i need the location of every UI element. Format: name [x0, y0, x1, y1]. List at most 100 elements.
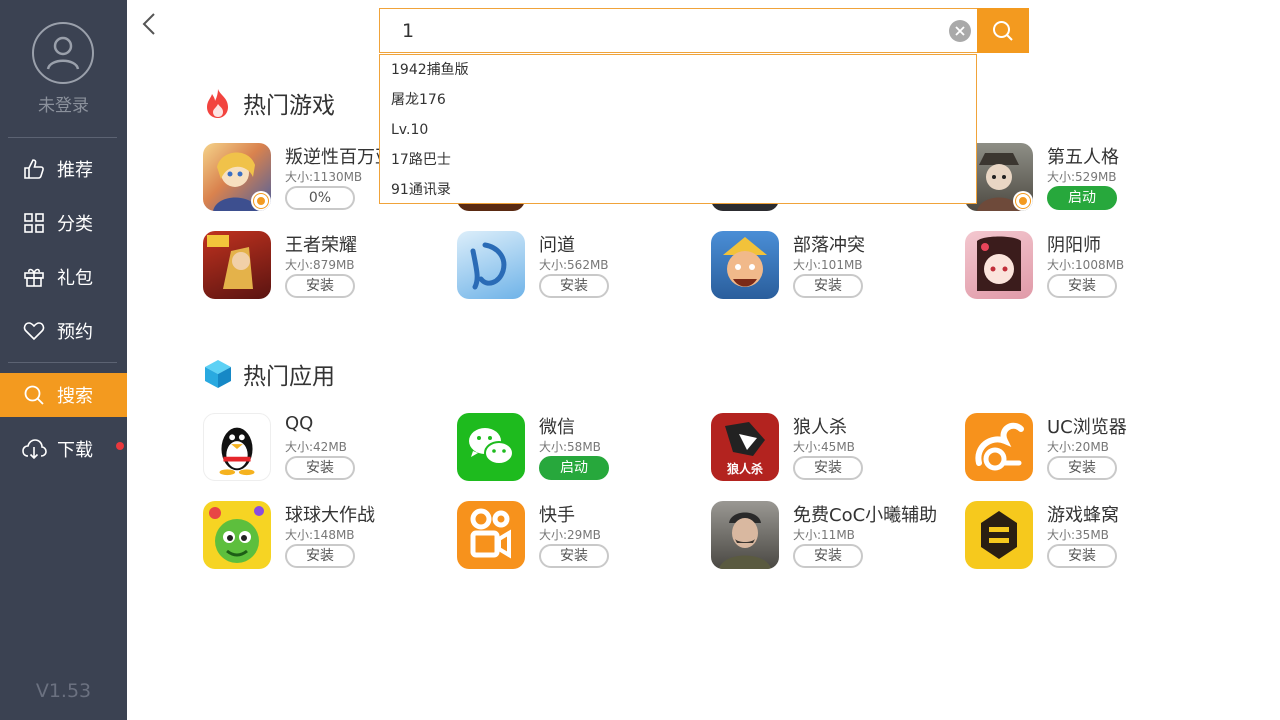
app-card[interactable]: 免费CoC小曦辅助 大小:11MB 安装: [711, 501, 951, 569]
version-label: V1.53: [35, 680, 92, 702]
app-icon: [965, 501, 1033, 569]
app-icon: [965, 231, 1033, 299]
app-card[interactable]: 狼人杀 狼人杀 大小:45MB 安装: [711, 413, 951, 481]
nav-item-gift[interactable]: 礼包: [0, 255, 127, 299]
app-name: UC浏览器: [1047, 417, 1127, 438]
section-hot-apps: 热门应用: [202, 357, 335, 391]
app-icon: [203, 501, 271, 569]
search-input[interactable]: 1: [379, 8, 977, 53]
suggestion-item[interactable]: 91通讯录: [380, 175, 976, 205]
install-button[interactable]: 安装: [539, 274, 609, 298]
app-card[interactable]: 第五人格 大小:529MB 启动: [965, 143, 1205, 211]
app-icon: [711, 231, 779, 299]
install-button[interactable]: 安装: [539, 544, 609, 568]
heart-icon: [21, 318, 47, 344]
app-card[interactable]: 问道 大小:562MB 安装: [457, 231, 697, 299]
app-name: 王者荣耀: [285, 235, 357, 256]
install-button[interactable]: 安装: [793, 456, 863, 480]
app-size: 大小:29MB: [539, 528, 601, 542]
app-root: 未登录 推荐 分类 礼包 预约 搜索 下载 V1.53 1 1942捕鱼版 屠龙…: [0, 0, 1280, 720]
sidebar: 未登录 推荐 分类 礼包 预约 搜索 下载 V1.53: [0, 0, 127, 720]
app-name: 阴阳师: [1047, 235, 1101, 256]
app-size: 大小:529MB: [1047, 170, 1117, 184]
nav-item-reserve[interactable]: 预约: [0, 309, 127, 353]
app-name: 部落冲突: [793, 235, 865, 256]
search-value: 1: [402, 20, 415, 42]
app-icon: [711, 501, 779, 569]
thumbs-up-icon: [21, 156, 47, 182]
flame-icon: [202, 87, 234, 119]
app-card[interactable]: 球球大作战 大小:148MB 安装: [203, 501, 443, 569]
nav-label: 礼包: [57, 268, 93, 289]
app-icon: [203, 413, 271, 481]
app-icon: [457, 231, 525, 299]
install-button[interactable]: 安装: [1047, 274, 1117, 298]
suggestion-item[interactable]: Lv.10: [380, 115, 976, 145]
app-icon: 狼人杀: [711, 413, 779, 481]
app-name: 球球大作战: [285, 505, 375, 526]
progress-button[interactable]: 0%: [285, 186, 355, 210]
install-button[interactable]: 安装: [1047, 544, 1117, 568]
badge-icon: [1013, 191, 1033, 211]
install-button[interactable]: 安装: [285, 274, 355, 298]
app-name: QQ: [285, 413, 314, 434]
gift-icon: [21, 264, 47, 290]
avatar[interactable]: [32, 22, 94, 84]
app-size: 大小:1130MB: [285, 170, 363, 184]
section-title: 热门应用: [243, 364, 335, 390]
app-size: 大小:45MB: [793, 440, 855, 454]
nav-label: 下载: [57, 440, 93, 461]
section-title: 热门游戏: [243, 93, 335, 119]
app-size: 大小:879MB: [285, 258, 355, 272]
app-card[interactable]: UC浏览器 大小:20MB 安装: [965, 413, 1205, 481]
suggestion-item[interactable]: 1942捕鱼版: [380, 55, 976, 85]
suggestion-item[interactable]: 屠龙176: [380, 85, 976, 115]
app-name: 叛逆性百万亚: [285, 147, 393, 168]
install-button[interactable]: 安装: [1047, 456, 1117, 480]
grid-icon: [21, 210, 47, 236]
app-icon: [203, 231, 271, 299]
launch-button[interactable]: 启动: [1047, 186, 1117, 210]
install-button[interactable]: 安装: [793, 274, 863, 298]
divider: [8, 362, 117, 363]
app-name: 游戏蜂窝: [1047, 505, 1119, 526]
badge-icon: [251, 191, 271, 211]
install-button[interactable]: 安装: [285, 456, 355, 480]
clear-button[interactable]: [949, 20, 971, 42]
app-card[interactable]: 游戏蜂窝 大小:35MB 安装: [965, 501, 1205, 569]
suggestion-item[interactable]: 17路巴士: [380, 145, 976, 175]
app-card[interactable]: 微信 大小:58MB 启动: [457, 413, 697, 481]
search-icon: [21, 382, 47, 408]
suggestion-dropdown: 1942捕鱼版 屠龙176 Lv.10 17路巴士 91通讯录: [379, 54, 977, 204]
nav-item-recommend[interactable]: 推荐: [0, 147, 127, 191]
nav-item-search[interactable]: 搜索: [0, 373, 127, 417]
login-status[interactable]: 未登录: [0, 91, 127, 116]
nav-label: 预约: [57, 322, 93, 343]
install-button[interactable]: 安装: [285, 544, 355, 568]
app-size: 大小:42MB: [285, 440, 347, 454]
app-name: 免费CoC小曦辅助: [793, 505, 938, 526]
icon-text: 狼人杀: [726, 462, 763, 476]
search-icon: [993, 20, 1013, 41]
nav-item-download[interactable]: 下载: [0, 427, 127, 471]
app-size: 大小:562MB: [539, 258, 609, 272]
app-card[interactable]: 部落冲突 大小:101MB 安装: [711, 231, 951, 299]
launch-button[interactable]: 启动: [539, 456, 609, 480]
app-size: 大小:58MB: [539, 440, 601, 454]
search-button[interactable]: [977, 8, 1029, 53]
install-button[interactable]: 安装: [793, 544, 863, 568]
app-size: 大小:1008MB: [1047, 258, 1125, 272]
app-size: 大小:35MB: [1047, 528, 1109, 542]
cloud-download-icon: [21, 436, 47, 462]
nav-label: 分类: [57, 214, 93, 235]
app-card[interactable]: QQ 大小:42MB 安装: [203, 413, 443, 481]
app-name: 问道: [539, 235, 575, 256]
app-name: 狼人杀: [793, 417, 847, 438]
nav-item-category[interactable]: 分类: [0, 201, 127, 245]
app-card[interactable]: 王者荣耀 大小:879MB 安装: [203, 231, 443, 299]
chevron-left-icon: [142, 13, 155, 35]
app-card[interactable]: 阴阳师 大小:1008MB 安装: [965, 231, 1205, 299]
user-icon: [46, 36, 80, 70]
back-button[interactable]: [140, 10, 160, 38]
app-card[interactable]: 快手 大小:29MB 安装: [457, 501, 697, 569]
